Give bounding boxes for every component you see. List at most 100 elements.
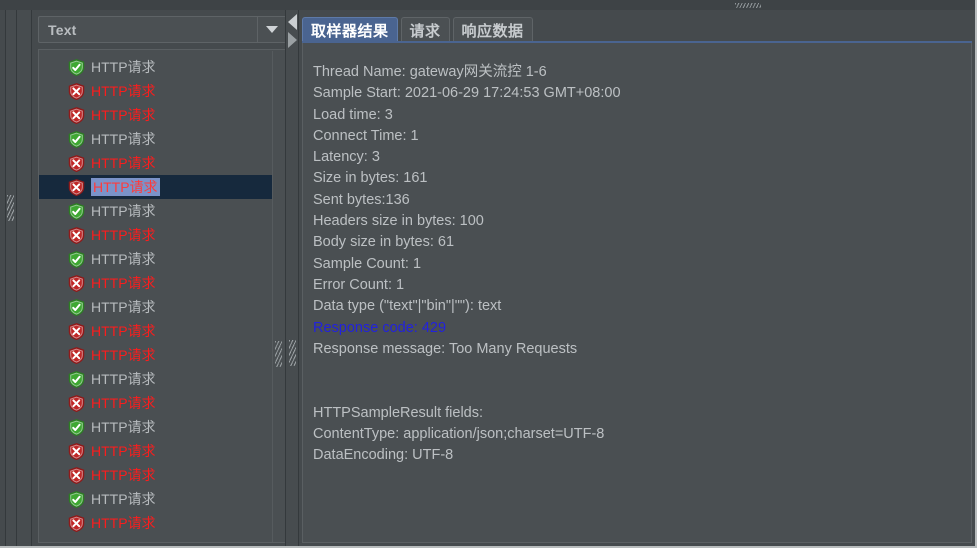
shield-error-icon — [68, 82, 85, 100]
result-line: Sent bytes:136 — [313, 191, 410, 208]
tree-row[interactable]: HTTP请求 — [39, 391, 275, 415]
shield-error-icon — [68, 442, 85, 460]
tree-row[interactable]: HTTP请求 — [39, 511, 275, 535]
tree-row[interactable]: HTTP请求 — [39, 175, 275, 199]
shield-error-icon — [68, 226, 85, 244]
tree-row-label: HTTP请求 — [91, 395, 156, 411]
view-type-combobox[interactable]: Text — [38, 16, 286, 43]
shield-error-icon — [68, 514, 85, 532]
result-line: Load time: 3 — [313, 106, 393, 123]
result-line: Error Count: 1 — [313, 276, 405, 293]
collapse-left-icon[interactable] — [288, 14, 297, 30]
tree-row[interactable]: HTTP请求 — [39, 439, 275, 463]
sampler-result-list[interactable]: HTTP请求 HTTP请求 HTTP请求 HTTP请求 HTTP请求 HTTP请求 HTTP… — [38, 49, 286, 543]
shield-error-icon — [68, 274, 85, 292]
tree-panel: Text HTTP请求 HTTP请求 HTTP请求 HTTP请求 HTTP请求 HTTP请… — [33, 10, 286, 546]
tree-row[interactable]: HTTP请求 — [39, 487, 275, 511]
tree-row[interactable]: HTTP请求 — [39, 223, 275, 247]
tree-row-label: HTTP请求 — [91, 203, 156, 219]
tree-row-label: HTTP请求 — [91, 155, 156, 171]
tree-row[interactable]: HTTP请求 — [39, 343, 275, 367]
result-body[interactable]: Thread Name: gateway网关流控 1-6 Sample Start… — [302, 43, 972, 543]
shield-check-icon — [68, 202, 85, 220]
tree-row-label: HTTP请求 — [91, 275, 156, 291]
result-line: Data type ("text"|"bin"|""): text — [313, 298, 502, 315]
tree-row[interactable]: HTTP请求 — [39, 463, 275, 487]
rail-column-2 — [17, 10, 31, 546]
vertical-splitter-grip-icon[interactable] — [289, 340, 296, 366]
chevron-down-icon — [265, 26, 278, 33]
shield-error-icon — [68, 394, 85, 412]
shield-check-icon — [68, 58, 85, 76]
tree-row[interactable]: HTTP请求 — [39, 151, 275, 175]
left-splitter-grip-icon[interactable] — [7, 195, 14, 221]
tree-row[interactable]: HTTP请求 — [39, 127, 275, 151]
shield-error-icon — [68, 322, 85, 340]
collapse-right-icon[interactable] — [288, 32, 297, 48]
tree-row-label: HTTP请求 — [91, 59, 156, 75]
shield-check-icon — [68, 370, 85, 388]
shield-check-icon — [68, 298, 85, 316]
left-frame-rail — [0, 10, 33, 546]
tree-row-label: HTTP请求 — [91, 107, 156, 123]
tree-row-label: HTTP请求 — [91, 323, 156, 339]
tree-row-label: HTTP请求 — [91, 178, 160, 196]
tab-1[interactable]: 请求 — [400, 17, 450, 42]
tree-row[interactable]: HTTP请求 — [39, 271, 275, 295]
tree-row-label: HTTP请求 — [91, 299, 156, 315]
result-line: HTTPSampleResult fields: — [313, 404, 484, 421]
tree-row-label: HTTP请求 — [91, 515, 156, 531]
tree-row-label: HTTP请求 — [91, 443, 156, 459]
shield-check-icon — [68, 490, 85, 508]
rail-column-1 — [6, 10, 16, 546]
shield-error-icon — [68, 154, 85, 172]
tree-row[interactable]: HTTP请求 — [39, 103, 275, 127]
shield-error-icon — [68, 106, 85, 124]
result-line: Connect Time: 1 — [313, 127, 419, 144]
tab-0[interactable]: 取样器结果 — [302, 17, 398, 42]
result-line: Size in bytes: 161 — [313, 170, 428, 187]
result-line: Sample Count: 1 — [313, 255, 422, 272]
sampler-rows-container: HTTP请求 HTTP请求 HTTP请求 HTTP请求 HTTP请求 HTTP请求 HTTP… — [39, 55, 275, 535]
tree-row[interactable]: HTTP请求 — [39, 295, 275, 319]
tree-row-label: HTTP请求 — [91, 371, 156, 387]
shield-error-icon — [68, 466, 85, 484]
result-line: Response code: 429 — [313, 319, 447, 336]
shield-check-icon — [68, 418, 85, 436]
jmeter-result-window: Text HTTP请求 HTTP请求 HTTP请求 HTTP请求 HTTP请求 HTTP请… — [0, 0, 977, 548]
result-line: Headers size in bytes: 100 — [313, 213, 484, 230]
tree-row[interactable]: HTTP请求 — [39, 319, 275, 343]
tree-row-label: HTTP请求 — [91, 83, 156, 99]
vertical-splitter[interactable] — [285, 10, 299, 546]
splitter-grip-icon[interactable] — [735, 3, 761, 8]
tree-scrollbar[interactable] — [272, 51, 284, 542]
tree-row-label: HTTP请求 — [91, 419, 156, 435]
combobox-arrow-button[interactable] — [257, 17, 285, 42]
tab-2[interactable]: 响应数据 — [452, 17, 533, 42]
tree-row[interactable]: HTTP请求 — [39, 79, 275, 103]
shield-error-icon — [68, 178, 85, 196]
tree-row-label: HTTP请求 — [91, 251, 156, 267]
result-line: ContentType: application/json;charset=UT… — [313, 426, 605, 443]
result-tabbar: 取样器结果 请求 响应数据 — [302, 14, 533, 42]
view-type-value: Text — [48, 21, 77, 38]
tree-row[interactable]: HTTP请求 — [39, 415, 275, 439]
result-line: DataEncoding: UTF-8 — [313, 447, 454, 464]
shield-check-icon — [68, 130, 85, 148]
result-blank-line — [313, 360, 967, 381]
tree-scrollbar-grip-icon[interactable] — [275, 341, 282, 367]
shield-error-icon — [68, 346, 85, 364]
tree-row-label: HTTP请求 — [91, 491, 156, 507]
tree-row[interactable]: HTTP请求 — [39, 367, 275, 391]
result-line: Latency: 3 — [313, 149, 380, 166]
result-panel: 取样器结果 请求 响应数据 Thread Name: gateway网关流控 1-6… — [299, 10, 975, 546]
result-line: Thread Name: gateway网关流控 1-6 — [313, 64, 547, 80]
result-line: Sample Start: 2021-06-29 17:24:53 GMT+08… — [313, 85, 621, 102]
tree-row[interactable]: HTTP请求 — [39, 247, 275, 271]
rail-divider-3 — [31, 10, 32, 546]
tree-row[interactable]: HTTP请求 — [39, 199, 275, 223]
tree-row[interactable]: HTTP请求 — [39, 55, 275, 79]
tree-row-label: HTTP请求 — [91, 227, 156, 243]
result-text-content: Thread Name: gateway网关流控 1-6 Sample Start… — [313, 62, 967, 467]
shield-check-icon — [68, 250, 85, 268]
